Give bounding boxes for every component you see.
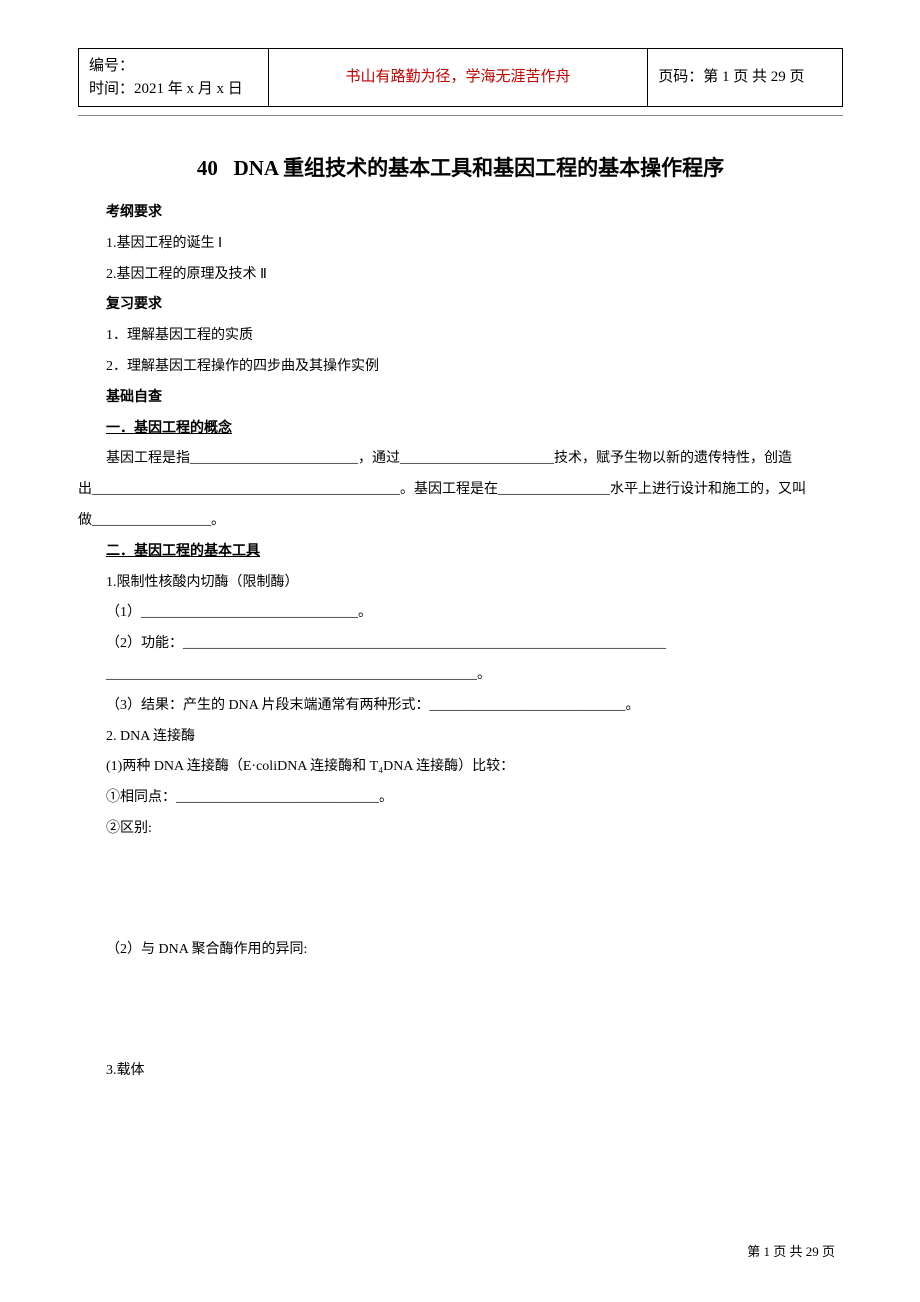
page-label: 页码： [658,69,703,85]
kgyq-item-2: 2.基因工程的原理及技术 Ⅱ [78,260,843,291]
blank-space-1 [78,845,843,935]
header-cell-motto: 书山有路勤为径，学海无涯苦作舟 [268,49,647,107]
serial-label: 编号： [89,58,134,74]
blank-space-2 [78,966,843,1056]
page-title: 40 DNA 重组技术的基本工具和基因工程的基本操作程序 [78,152,843,182]
date-label: 时间： [89,81,134,97]
fxyq-item-2: 2．理解基因工程操作的四步曲及其操作实例 [78,352,843,383]
content-body: 考纲要求 1.基因工程的诞生 Ⅰ 2.基因工程的原理及技术 Ⅱ 复习要求 1．理… [78,198,843,1086]
title-number: 40 [197,156,218,180]
header-cell-right: 页码：第 1 页 共 29 页 [648,49,843,107]
s2-item-3: 3.载体 [78,1056,843,1087]
header-cell-left: 编号： 时间：2021 年 x 月 x 日 [79,49,269,107]
fxyq-item-1: 1．理解基因工程的实质 [78,321,843,352]
header-table: 编号： 时间：2021 年 x 月 x 日 书山有路勤为径，学海无涯苦作舟 页码… [78,48,843,107]
s1-line-b: 出_______________________________________… [50,475,843,506]
motto-text: 书山有路勤为径，学海无涯苦作舟 [345,69,570,85]
page-value: 第 1 页 共 29 页 [703,69,804,85]
kgyq-item-1: 1.基因工程的诞生 Ⅰ [78,229,843,260]
s2-2-1b: ②区别: [78,814,843,845]
s2-1-3: （3）结果：产生的 DNA 片段末端通常有两种形式：______________… [78,691,843,722]
section-kgyq: 考纲要求 [78,198,843,229]
header-divider [78,115,843,116]
s2-1-2: （2）功能：__________________________________… [78,629,843,660]
s2-item-1: 1.限制性核酸内切酶（限制酶） [78,568,843,599]
date-value: 2021 年 x 月 x 日 [134,81,243,97]
section-fxyq: 复习要求 [78,290,843,321]
s1-line-a: 基因工程是指________________________，通过_______… [78,444,843,475]
s1-line-c: 做_________________。 [50,506,843,537]
s2-item-2: 2. DNA 连接酶 [78,722,843,753]
section-2-title: 二．基因工程的基本工具 [78,537,843,568]
s2-1-1: （1）_______________________________。 [78,598,843,629]
footer-page: 第 1 页 共 29 页 [747,1241,835,1260]
section-jczc: 基础自查 [78,383,843,414]
s2-1-2b: ________________________________________… [78,660,843,691]
section-1-title: 一．基因工程的概念 [78,414,843,445]
s2-2-1: (1)两种 DNA 连接酶（E·coliDNA 连接酶和 T₄DNA 连接酶）比… [78,752,843,783]
title-text: DNA 重组技术的基本工具和基因工程的基本操作程序 [234,156,725,180]
s2-2-1a: ①相同点：_____________________________。 [78,783,843,814]
s2-2-2: （2）与 DNA 聚合酶作用的异同: [78,935,843,966]
